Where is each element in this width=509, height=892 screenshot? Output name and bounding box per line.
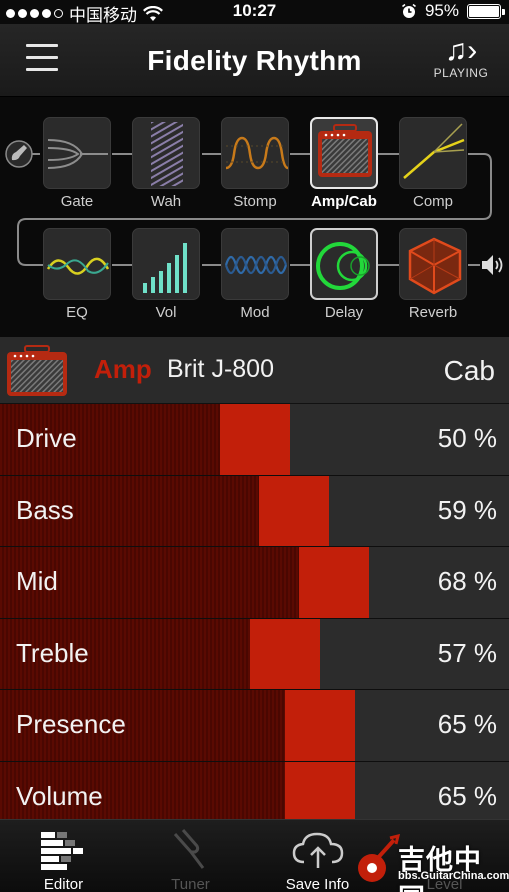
gate-icon: [43, 117, 111, 189]
presence-slider[interactable]: Presence 65 %: [0, 690, 509, 762]
alarm-clock-icon: [401, 3, 416, 18]
eq-icon: [43, 228, 111, 300]
bass-slider[interactable]: Bass 59 %: [0, 475, 509, 547]
fx-label: Delay: [324, 304, 364, 321]
fx-slot-reverb[interactable]: Reverb: [397, 228, 469, 321]
fx-label: Gate: [60, 193, 94, 210]
param-name: Mid: [16, 566, 58, 596]
fx-slot-delay[interactable]: Delay: [308, 228, 380, 321]
watermark-url: bbs.GuitarChina.com: [398, 870, 509, 882]
stomp-icon: [221, 117, 289, 189]
amp-cab-icon: [310, 117, 378, 189]
fx-slot-amp-cab[interactable]: Amp/Cab: [308, 117, 380, 210]
guitar-logo-icon: [358, 834, 400, 882]
param-name: Drive: [16, 423, 77, 453]
reverb-cube-icon: [399, 228, 467, 300]
param-value: 57 %: [437, 637, 497, 668]
speaker-output-icon: [482, 255, 503, 275]
tab-label: Editor: [43, 876, 84, 892]
param-name: Presence: [16, 709, 126, 739]
playing-button[interactable]: ♫› PLAYING: [431, 34, 491, 81]
param-name: Treble: [16, 637, 89, 668]
fx-slot-comp[interactable]: Comp: [397, 117, 469, 210]
amp-icon: [7, 345, 67, 396]
param-value: 59 %: [437, 494, 497, 525]
parameter-list: Drive 50 % Bass 59 % Mid 68 % Treble 57 …: [0, 404, 509, 833]
fx-slot-stomp[interactable]: Stomp: [219, 117, 291, 210]
mod-wave-icon: [221, 228, 289, 300]
fx-label: Vol: [155, 304, 177, 321]
fx-label: Wah: [150, 193, 182, 210]
guitar-input-icon: [5, 140, 33, 168]
fx-label: Mod: [240, 304, 270, 321]
slider-knob[interactable]: [250, 618, 320, 689]
slider-knob[interactable]: [299, 547, 369, 618]
watermark: 吉他中国 bbs.GuitarChina.com: [356, 832, 509, 892]
param-value: 65 %: [437, 780, 497, 811]
cloud-upload-icon: [292, 832, 343, 868]
fx-label: Stomp: [233, 193, 277, 210]
param-name: Bass: [16, 494, 74, 525]
fx-slot-wah[interactable]: Wah: [130, 117, 202, 210]
amp-model-header: Amp Brit J-800 Cab: [0, 337, 509, 404]
param-value: 50 %: [437, 423, 497, 453]
wah-icon: [132, 117, 200, 189]
tab-tuner[interactable]: Tuner: [127, 820, 254, 892]
battery-icon: [467, 3, 505, 19]
fx-label: Amp/Cab: [311, 193, 377, 210]
param-value: 68 %: [437, 566, 497, 596]
fx-label: EQ: [66, 304, 88, 321]
watermark-text: 吉他中国: [398, 845, 482, 892]
cab-button[interactable]: Cab: [444, 355, 495, 387]
volume-bars-icon: [132, 228, 200, 300]
treble-slider[interactable]: Treble 57 %: [0, 618, 509, 690]
tab-editor[interactable]: Editor: [0, 820, 127, 892]
slider-knob[interactable]: [259, 475, 329, 546]
tuning-fork-icon: [173, 829, 204, 869]
fx-slot-gate[interactable]: Gate: [41, 117, 113, 210]
param-value: 65 %: [437, 709, 497, 739]
playing-label: PLAYING: [433, 66, 489, 80]
nav-header: Fidelity Rhythm ♫› PLAYING: [0, 24, 509, 97]
amp-section-label: Amp: [94, 354, 152, 384]
fx-slot-mod[interactable]: Mod: [219, 228, 291, 321]
signal-chain: Gate Wah Stomp Amp/Cab Comp EQ Vol Mod D…: [0, 97, 509, 337]
slider-knob[interactable]: [285, 690, 355, 761]
tab-label: Tuner: [171, 876, 210, 892]
param-name: Volume: [16, 780, 103, 811]
music-note-icon: ♫›: [444, 34, 478, 67]
drive-slider[interactable]: Drive 50 %: [0, 404, 509, 476]
status-bar: 中国移动 10:27 95%: [0, 0, 509, 25]
amp-model-name[interactable]: Brit J-800: [167, 355, 274, 384]
fx-label: Reverb: [408, 304, 458, 321]
comp-icon: [399, 117, 467, 189]
mid-slider[interactable]: Mid 68 %: [0, 547, 509, 619]
fx-slot-eq[interactable]: EQ: [41, 228, 113, 321]
editor-sliders-icon: [40, 832, 83, 870]
battery-percent: 95%: [424, 1, 459, 20]
slider-knob[interactable]: [220, 404, 290, 475]
fx-label: Comp: [412, 193, 453, 210]
fx-slot-vol[interactable]: Vol: [130, 228, 202, 321]
delay-circles-icon: [310, 228, 378, 300]
